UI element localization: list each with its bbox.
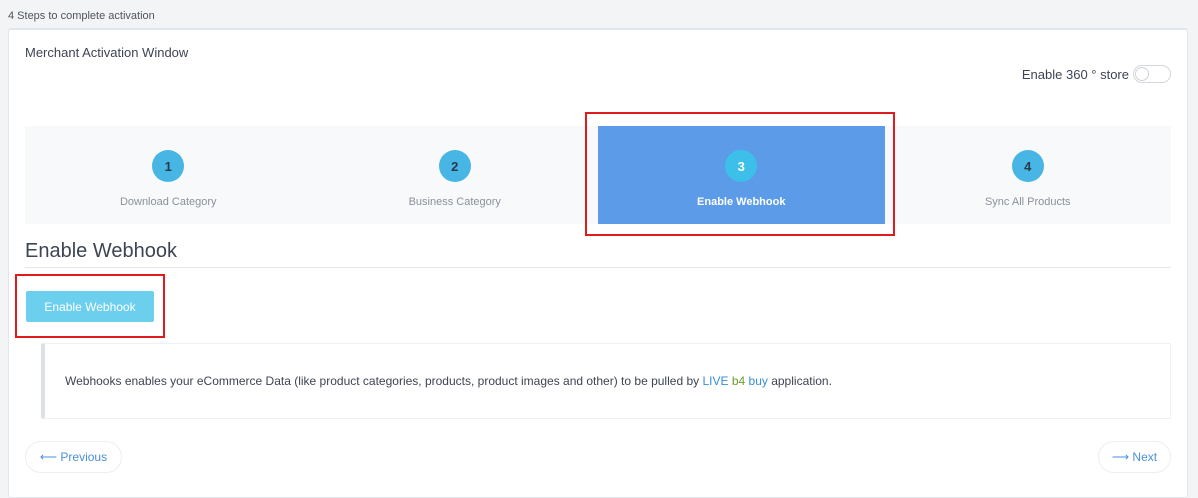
page-caption: 4 Steps to complete activation — [8, 10, 155, 22]
activation-card: Merchant Activation Window Enable 360 ° … — [8, 28, 1188, 498]
step-number: 4 — [1011, 150, 1044, 182]
step-download-category[interactable]: 1 Download Category — [25, 126, 312, 224]
step-business-category[interactable]: 2 Business Category — [312, 126, 599, 224]
section-divider — [25, 267, 1171, 268]
highlight-box-button — [15, 274, 165, 338]
store-360-toggle-group: Enable 360 ° store — [1022, 65, 1171, 83]
previous-button[interactable]: ⟵ Previous — [25, 441, 122, 473]
brand-live: LIVE — [702, 374, 729, 388]
step-number: 1 — [152, 150, 185, 182]
step-sync-all-products[interactable]: 4 Sync All Products — [885, 126, 1172, 224]
note-text-end: application. — [767, 374, 832, 388]
webhook-info-note: Webhooks enables your eCommerce Data (li… — [41, 343, 1171, 419]
store-360-toggle[interactable] — [1133, 65, 1171, 83]
highlight-box-active-step — [585, 112, 895, 236]
toggle-knob — [1135, 67, 1149, 81]
section-title: Enable Webhook — [25, 240, 177, 262]
brand-b4: b4 — [731, 374, 746, 388]
step-number: 2 — [438, 150, 471, 182]
store-360-label: Enable 360 ° store — [1021, 66, 1129, 82]
step-label: Business Category — [408, 196, 501, 208]
brand-buy: buy — [748, 374, 768, 388]
note-text: Webhooks enables your eCommerce Data (li… — [65, 374, 703, 388]
step-label: Download Category — [119, 196, 217, 208]
step-label: Sync All Products — [984, 196, 1071, 208]
window-title: Merchant Activation Window — [25, 45, 189, 60]
next-button[interactable]: ⟶ Next — [1098, 441, 1171, 473]
